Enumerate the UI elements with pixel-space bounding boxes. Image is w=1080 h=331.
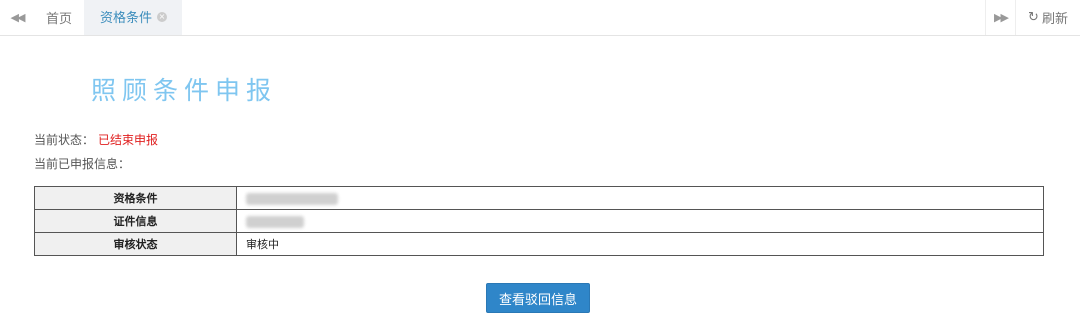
tab-home[interactable]: 首页 [34,0,84,35]
double-chevron-left-icon: ◀◀ [10,11,26,24]
refresh-button[interactable]: ↻ 刷新 [1015,0,1080,35]
row-value: 审核中 [236,232,1044,256]
status-value: 已结束申报 [98,133,159,147]
table-row: 审核状态 审核中 [34,232,1044,256]
row-label: 证件信息 [34,209,237,233]
table-row: 证件信息 [34,209,1044,233]
tab-bar: ◀◀ 首页 资格条件 × ▶▶ ↻ 刷新 [0,0,1080,36]
declared-info-label: 当前已申报信息： [34,157,131,171]
declared-info-table: 资格条件 证件信息 审核状态 审核中 [34,186,1044,256]
row-value-redacted [236,186,1044,210]
row-label: 审核状态 [34,232,237,256]
redacted-text [246,215,304,228]
row-value-redacted [236,209,1044,233]
status-label: 当前状态： [34,133,95,147]
refresh-label: 刷新 [1041,12,1068,27]
row-label: 资格条件 [34,186,237,210]
tab-label: 资格条件 [100,11,153,26]
view-rejection-info-button[interactable]: 查看驳回信息 [486,283,590,313]
tab-qualification[interactable]: 资格条件 × [84,0,182,35]
refresh-icon: ↻ [1028,10,1039,25]
status-line: 当前状态： 已结束申报 [34,131,158,148]
redacted-text [246,192,338,205]
close-icon[interactable]: × [157,11,168,22]
table-row: 资格条件 [34,186,1044,210]
double-chevron-right-icon: ▶▶ [994,11,1009,24]
page-title: 照顾条件申报 [91,76,278,105]
tab-scroll-right-button[interactable]: ▶▶ [985,0,1015,35]
tab-label: 首页 [45,12,72,27]
tab-scroll-left-button[interactable]: ◀◀ [0,0,34,35]
